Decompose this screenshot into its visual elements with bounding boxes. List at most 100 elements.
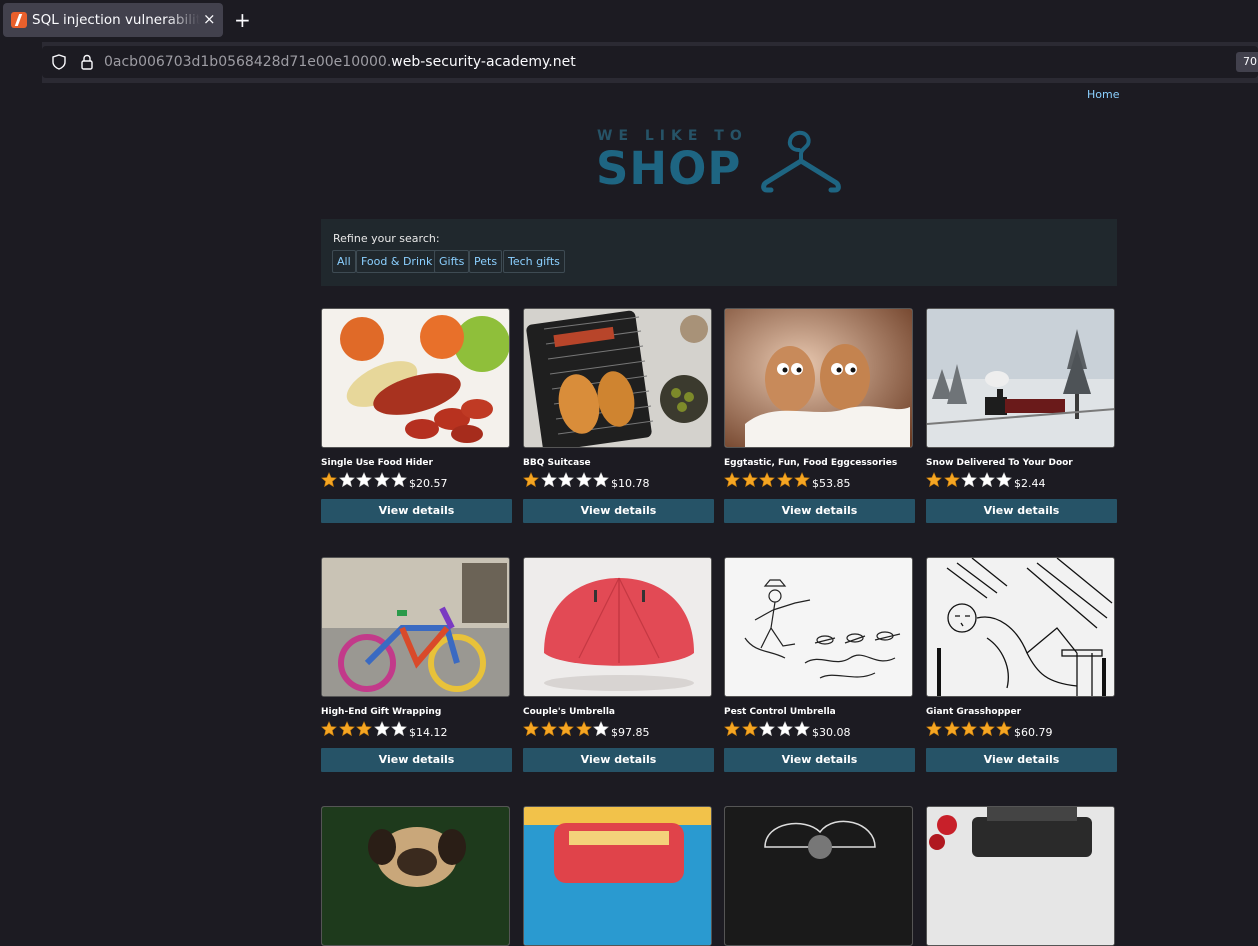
rating-stars	[926, 472, 1014, 488]
view-details-button[interactable]: View details	[523, 499, 714, 523]
view-details-button[interactable]: View details	[724, 748, 915, 772]
url-text[interactable]: 0acb006703d1b0568428d71e00e10000.web-sec…	[104, 54, 576, 70]
star-empty-icon	[794, 721, 810, 737]
shield-icon[interactable]	[52, 54, 66, 70]
star-filled-icon	[943, 472, 960, 488]
navigation-bar: 0acb006703d1b0568428d71e00e10000.web-sec…	[0, 42, 1258, 83]
new-tab-icon[interactable]: +	[234, 9, 251, 31]
star-empty-icon	[996, 472, 1012, 488]
tab-bar: SQL injection vulnerability × +	[0, 0, 1258, 42]
star-filled-icon	[523, 721, 539, 737]
filter-food-drink[interactable]: Food & Drink	[356, 250, 438, 273]
star-empty-icon	[978, 472, 995, 488]
view-details-button[interactable]: View details	[321, 499, 512, 523]
view-details-button[interactable]: View details	[926, 748, 1117, 772]
rating-stars	[523, 472, 611, 488]
star-filled-icon	[794, 472, 810, 488]
filter-tech-gifts[interactable]: Tech gifts	[503, 250, 565, 273]
close-tab-icon[interactable]: ×	[203, 11, 216, 27]
product-name[interactable]: Snow Delivered To Your Door	[926, 458, 1073, 468]
rating-stars	[523, 721, 611, 737]
star-empty-icon	[391, 472, 407, 488]
url-subdomain: 0acb006703d1b0568428d71e00e10000.	[104, 54, 392, 70]
hanger-icon	[761, 130, 841, 193]
star-filled-icon	[961, 721, 977, 737]
star-filled-icon	[741, 472, 758, 488]
view-details-button[interactable]: View details	[523, 748, 714, 772]
star-filled-icon	[575, 721, 592, 737]
filter-pets[interactable]: Pets	[469, 250, 503, 273]
star-filled-icon	[776, 472, 793, 488]
product-name[interactable]: BBQ Suitcase	[523, 458, 591, 468]
star-filled-icon	[724, 721, 740, 737]
product-name[interactable]: Eggtastic, Fun, Food Eggcessories	[724, 458, 897, 468]
view-details-button[interactable]: View details	[724, 499, 915, 523]
star-filled-icon	[540, 721, 557, 737]
filters-label: Refine your search:	[333, 232, 440, 245]
url-bar[interactable]: 0acb006703d1b0568428d71e00e10000.web-sec…	[42, 46, 1258, 78]
search-filters: Refine your search: All Food & Drink Gif…	[321, 219, 1117, 286]
rating-stars	[724, 721, 812, 737]
tab-title: SQL injection vulnerability	[32, 12, 200, 28]
browser-tab[interactable]: SQL injection vulnerability ×	[3, 3, 223, 37]
star-filled-icon	[926, 721, 942, 737]
rating-stars	[926, 721, 1014, 737]
product-name[interactable]: High-End Gift Wrapping	[321, 707, 441, 717]
star-empty-icon	[593, 472, 609, 488]
product-price: $20.57	[409, 477, 448, 490]
product-image[interactable]	[523, 308, 712, 448]
product-name[interactable]: Giant Grasshopper	[926, 707, 1021, 717]
product-image[interactable]	[321, 308, 510, 448]
star-empty-icon	[558, 472, 574, 488]
star-filled-icon	[356, 721, 372, 737]
product-image[interactable]	[321, 557, 510, 697]
home-link[interactable]: Home	[1087, 88, 1119, 101]
lock-icon[interactable]	[81, 54, 93, 70]
star-filled-icon	[759, 472, 775, 488]
product-price: $10.78	[611, 477, 650, 490]
product-price: $14.12	[409, 726, 448, 739]
product-image[interactable]	[724, 308, 913, 448]
product-image[interactable]	[724, 806, 913, 946]
product-name[interactable]: Single Use Food Hider	[321, 458, 433, 468]
product-image[interactable]	[523, 806, 712, 946]
rating-stars	[321, 472, 409, 488]
url-domain: web-security-academy.net	[391, 54, 576, 70]
favicon-icon	[11, 12, 27, 28]
product-name[interactable]: Pest Control Umbrella	[724, 707, 836, 717]
star-empty-icon	[776, 721, 793, 737]
view-details-button[interactable]: View details	[926, 499, 1117, 523]
product-image[interactable]	[523, 557, 712, 697]
star-empty-icon	[338, 472, 355, 488]
shop-logo: WE LIKE TO SHOP	[596, 128, 846, 198]
product-image[interactable]	[724, 557, 913, 697]
star-empty-icon	[373, 472, 390, 488]
rating-stars	[724, 472, 812, 488]
star-empty-icon	[759, 721, 775, 737]
star-filled-icon	[321, 472, 337, 488]
product-price: $97.85	[611, 726, 650, 739]
product-price: $2.44	[1014, 477, 1046, 490]
star-filled-icon	[943, 721, 960, 737]
star-filled-icon	[321, 721, 337, 737]
star-filled-icon	[741, 721, 758, 737]
star-empty-icon	[356, 472, 372, 488]
product-image[interactable]	[926, 806, 1115, 946]
star-filled-icon	[338, 721, 355, 737]
product-price: $53.85	[812, 477, 851, 490]
product-image[interactable]	[926, 557, 1115, 697]
product-image[interactable]	[321, 806, 510, 946]
product-image[interactable]	[926, 308, 1115, 448]
star-filled-icon	[558, 721, 574, 737]
filter-gifts[interactable]: Gifts	[434, 250, 470, 273]
view-details-button[interactable]: View details	[321, 748, 512, 772]
star-filled-icon	[926, 472, 942, 488]
star-filled-icon	[978, 721, 995, 737]
star-empty-icon	[373, 721, 390, 737]
product-name[interactable]: Couple's Umbrella	[523, 707, 615, 717]
star-empty-icon	[391, 721, 407, 737]
filter-all[interactable]: All	[332, 250, 356, 273]
product-price: $60.79	[1014, 726, 1053, 739]
rating-stars	[321, 721, 409, 737]
zoom-level-badge[interactable]: 70	[1236, 52, 1258, 72]
